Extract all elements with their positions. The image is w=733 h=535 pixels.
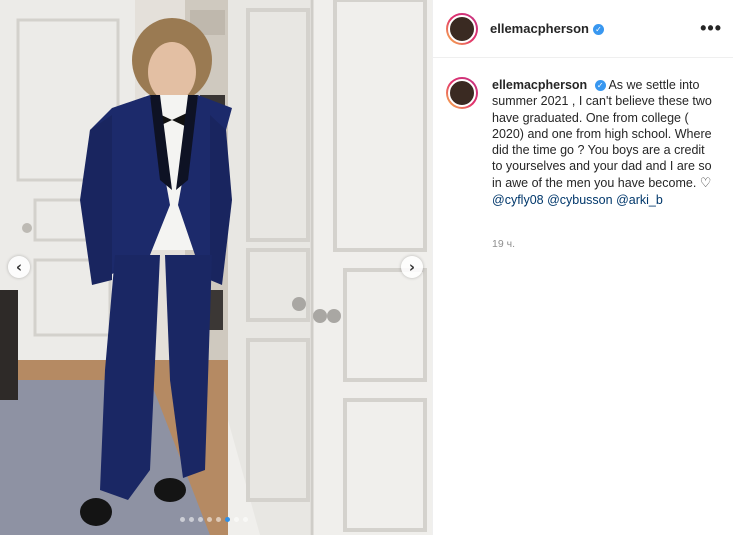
post-header: ellemacpherson ✓ ••• (433, 0, 733, 58)
instagram-post: ‹ › ellemacpherson ✓ ••• ellemacpherson ✓… (0, 0, 733, 535)
carousel-dot (243, 517, 248, 522)
caption-comment: ellemacpherson ✓ As we settle into summe… (446, 77, 726, 208)
verified-badge-icon: ✓ (593, 24, 604, 35)
mention-link[interactable]: @arki_b (616, 193, 663, 207)
avatar[interactable] (446, 12, 478, 45)
mention-link[interactable]: @cyfly08 (492, 193, 544, 207)
chevron-right-icon: › (408, 257, 416, 276)
photo-illustration (0, 0, 432, 535)
carousel-dot (216, 517, 221, 522)
carousel-dot (180, 517, 185, 522)
caption-text: As we settle into summer 2021 , I can't … (492, 78, 712, 190)
carousel-dot (207, 517, 212, 522)
verified-badge-icon: ✓ (594, 80, 606, 91)
post-timestamp[interactable]: 19 ч. (492, 238, 515, 250)
heart-icon: ♡ (699, 175, 712, 191)
caption-avatar[interactable] (446, 77, 478, 109)
carousel-dot (234, 517, 239, 522)
carousel-prev-button[interactable]: ‹ (8, 256, 30, 278)
mention-link[interactable]: @cybusson (547, 193, 613, 207)
chevron-left-icon: ‹ (15, 257, 23, 276)
caption-username[interactable]: ellemacpherson (492, 78, 587, 92)
more-options-icon[interactable]: ••• (700, 18, 722, 39)
post-photo[interactable]: ‹ › (0, 0, 432, 535)
caption-text-block: ellemacpherson ✓ As we settle into summe… (492, 77, 714, 208)
post-side-panel: ellemacpherson ✓ ••• ellemacpherson ✓ As … (432, 0, 733, 535)
header-username[interactable]: ellemacpherson ✓ (490, 21, 604, 36)
carousel-next-button[interactable]: › (401, 256, 423, 278)
carousel-dot (189, 517, 194, 522)
carousel-dot (198, 517, 203, 522)
carousel-dots (180, 517, 248, 522)
carousel-dot (225, 517, 230, 522)
